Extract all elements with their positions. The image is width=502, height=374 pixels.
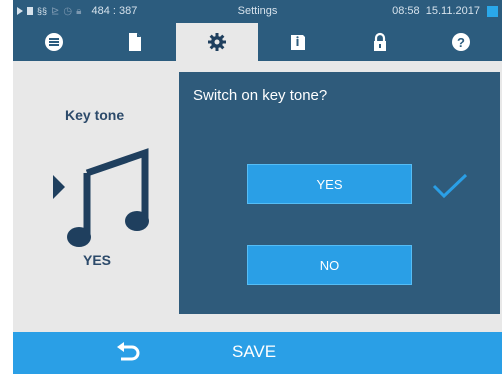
lock-icon — [373, 32, 386, 51]
status-bar: §§ ⊵ ◷ 🔒︎ 484 : 387 Settings 08:58 15.11… — [13, 0, 502, 23]
list-icon — [44, 33, 63, 51]
info-book-icon — [291, 35, 306, 50]
setting-title: Key tone — [65, 107, 125, 123]
tab-info[interactable] — [258, 23, 340, 61]
tab-bar: ? — [13, 23, 502, 61]
tab-list[interactable] — [13, 23, 95, 61]
music-note-icon — [53, 148, 149, 247]
time: 08:58 — [392, 5, 420, 17]
tab-lock[interactable] — [339, 23, 421, 61]
document-icon — [129, 33, 142, 51]
save-button[interactable]: SAVE — [232, 342, 276, 362]
footer-bar: SAVE — [13, 332, 502, 374]
back-arrow-icon[interactable] — [117, 342, 141, 364]
tab-settings[interactable] — [176, 23, 258, 61]
checkmark-icon — [432, 173, 468, 199]
clock: 08:58 15.11.2017 — [392, 5, 480, 17]
current-value: YES — [83, 252, 112, 268]
choice-dialog: Switch on key tone? YES NO — [179, 72, 500, 314]
yes-button[interactable]: YES — [247, 164, 412, 204]
tab-help[interactable]: ? — [421, 23, 502, 61]
date: 15.11.2017 — [425, 5, 480, 17]
help-icon: ? — [452, 33, 471, 51]
gear-icon — [207, 33, 226, 51]
no-button[interactable]: NO — [247, 245, 412, 285]
dialog-question: Switch on key tone? — [193, 87, 328, 104]
tab-document[interactable] — [95, 23, 177, 61]
svg-text:?: ? — [457, 35, 465, 50]
usb-indicator — [487, 6, 498, 17]
app-screen: §§ ⊵ ◷ 🔒︎ 484 : 387 Settings 08:58 15.11… — [13, 0, 502, 374]
